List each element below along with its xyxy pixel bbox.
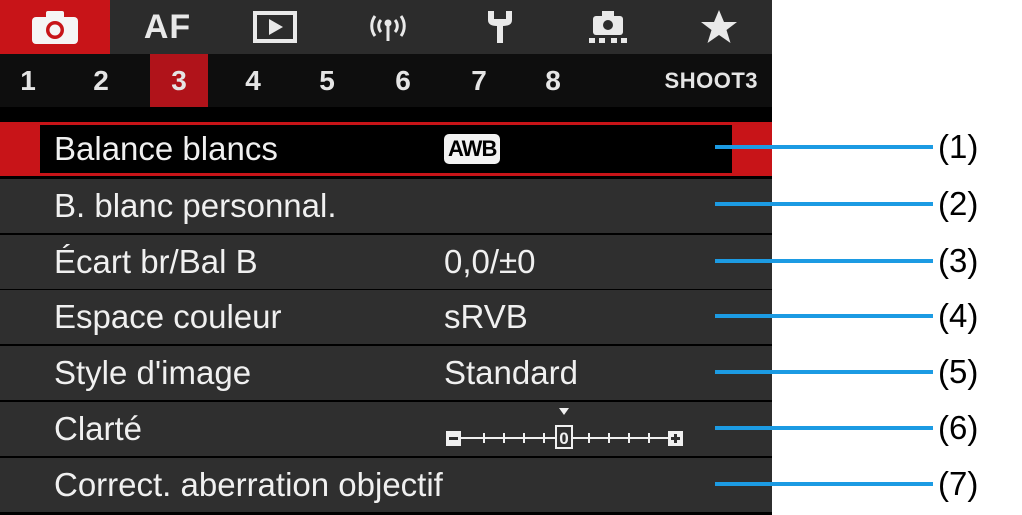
menu-item-clarity[interactable]: Clarté 0 — [0, 402, 772, 456]
tab-playback[interactable] — [225, 0, 325, 54]
clarity-scale-graphic: 0 — [446, 408, 683, 449]
tab-wireless[interactable] — [325, 0, 450, 54]
menu-item-label: Espace couleur — [54, 298, 282, 335]
clarity-scale: 0 — [444, 402, 694, 456]
selection-marker-right — [732, 122, 772, 176]
menu-item-label: Balance blancs — [54, 130, 278, 167]
tab-setup[interactable] — [450, 0, 550, 54]
awb-badge: AWB — [444, 134, 501, 164]
subtab-1[interactable]: 1 — [8, 54, 48, 107]
callout-label-2: (2) — [938, 185, 979, 222]
custom-functions-icon — [588, 11, 627, 43]
playback-icon — [253, 11, 297, 43]
wrench-icon — [488, 11, 512, 43]
tab-shoot[interactable] — [0, 0, 110, 54]
callout-label-3: (3) — [938, 242, 979, 279]
menu-item-value: 0,0/±0 — [444, 243, 536, 280]
clarity-value: 0 — [559, 429, 568, 448]
callout-label-7: (7) — [938, 465, 979, 502]
menu-item-custom-white-balance[interactable]: B. blanc personnal. — [0, 179, 772, 233]
tab-af[interactable]: AF — [110, 0, 225, 54]
menu-item-label: Clarté — [54, 410, 143, 447]
menu-item-label: Correct. aberration objectif — [54, 466, 443, 503]
selection-marker-left — [0, 122, 40, 176]
callout-label-6: (6) — [938, 409, 979, 446]
subtab-5[interactable]: 5 — [306, 54, 348, 107]
sub-tab-bar: 1 2 3 4 5 6 7 8 SHOOT3 — [0, 54, 772, 107]
clarity-pointer — [559, 408, 569, 415]
callout-label-5: (5) — [938, 353, 979, 390]
subtab-8[interactable]: 8 — [532, 54, 574, 107]
callout-line-4 — [715, 314, 933, 318]
callout-line-1 — [715, 145, 933, 149]
menu-item-value: Standard — [444, 354, 578, 391]
menu-item-white-balance[interactable]: Balance blancs AWB — [0, 122, 772, 176]
wireless-icon — [369, 15, 406, 41]
subtab-6[interactable]: 6 — [382, 54, 424, 107]
menu-item-wb-shift[interactable]: Écart br/Bal B 0,0/±0 — [0, 235, 772, 289]
menu-item-label: Style d'image — [54, 354, 252, 391]
callout-line-6 — [715, 426, 933, 430]
camera-menu-screen: AF 1 2 3 4 5 6 7 8 SHOOT3 Balance blancs… — [0, 0, 772, 515]
callout-line-3 — [715, 259, 933, 263]
callout-line-2 — [715, 202, 933, 206]
menu-item-color-space[interactable]: Espace couleur sRVB — [0, 290, 772, 344]
subtab-4[interactable]: 4 — [232, 54, 274, 107]
tab-af-label: AF — [143, 7, 192, 46]
camera-icon — [32, 11, 78, 44]
tab-custom-functions[interactable] — [550, 0, 665, 54]
callout-line-5 — [715, 370, 933, 374]
subtab-3[interactable]: 3 — [150, 54, 208, 107]
section-label: SHOOT3 — [664, 67, 758, 93]
menu-item-lens-aberration[interactable]: Correct. aberration objectif — [0, 458, 772, 512]
subtab-2[interactable]: 2 — [80, 54, 122, 107]
menu-item-picture-style[interactable]: Style d'image Standard — [0, 346, 772, 400]
callout-label-4: (4) — [938, 297, 979, 334]
tab-my-menu[interactable] — [665, 0, 772, 54]
subtab-7[interactable]: 7 — [458, 54, 500, 107]
menu-item-label: B. blanc personnal. — [54, 187, 337, 224]
menu-item-value: sRVB — [444, 298, 528, 335]
callout-line-7 — [715, 482, 933, 486]
callout-label-1: (1) — [938, 128, 979, 165]
menu-tab-bar: AF — [0, 0, 772, 54]
menu-item-value: AWB — [444, 122, 501, 176]
star-icon — [700, 10, 737, 43]
menu-item-label: Écart br/Bal B — [54, 243, 258, 280]
